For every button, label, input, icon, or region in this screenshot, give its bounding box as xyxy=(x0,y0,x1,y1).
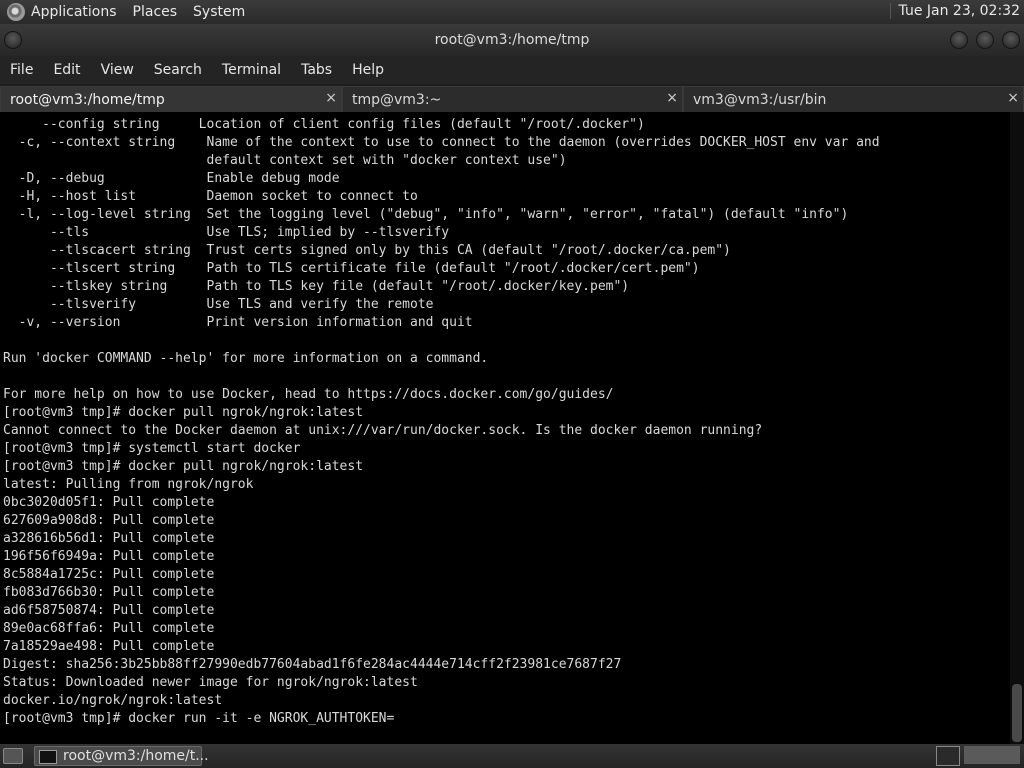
tab-bar: root@vm3:/home/tmp × tmp@vm3:~ × vm3@vm3… xyxy=(0,84,1024,112)
tab-close-icon[interactable]: × xyxy=(666,90,678,106)
tab-label: tmp@vm3:~ xyxy=(352,92,442,108)
tab-vm3-usr-bin[interactable]: vm3@vm3:/usr/bin × xyxy=(683,86,1024,112)
scrollbar-thumb[interactable] xyxy=(1012,684,1022,742)
menu-file[interactable]: File xyxy=(0,62,43,78)
tab-tmp-home[interactable]: tmp@vm3:~ × xyxy=(342,86,683,112)
window-titlebar[interactable]: root@vm3:/home/tmp xyxy=(0,24,1024,56)
top-panel: Applications Places System Tue Jan 23, 0… xyxy=(0,0,1024,24)
workspace-switcher[interactable] xyxy=(964,746,1020,764)
menu-edit[interactable]: Edit xyxy=(43,62,90,78)
menu-places[interactable]: Places xyxy=(133,4,178,20)
terminal-scrollbar[interactable] xyxy=(1010,112,1024,744)
taskbar-window-button[interactable]: root@vm3:/home/t... xyxy=(34,746,209,766)
menubar: File Edit View Search Terminal Tabs Help xyxy=(0,56,1024,84)
menu-help[interactable]: Help xyxy=(342,62,394,78)
tab-label: vm3@vm3:/usr/bin xyxy=(693,92,827,108)
tab-root-home-tmp[interactable]: root@vm3:/home/tmp × xyxy=(0,86,342,112)
clock[interactable]: Tue Jan 23, 02:32 xyxy=(889,3,1020,19)
taskbar-window-label: root@vm3:/home/t... xyxy=(63,748,209,764)
distro-logo-icon[interactable] xyxy=(7,3,25,21)
tab-label: root@vm3:/home/tmp xyxy=(10,92,165,108)
terminal-output[interactable]: --config string Location of client confi… xyxy=(0,112,1010,728)
terminal-view[interactable]: --config string Location of client confi… xyxy=(0,112,1010,744)
close-window-icon[interactable] xyxy=(1002,31,1020,49)
tab-close-icon[interactable]: × xyxy=(1007,90,1019,106)
menu-terminal[interactable]: Terminal xyxy=(212,62,291,78)
menu-system[interactable]: System xyxy=(193,4,245,20)
menu-search[interactable]: Search xyxy=(144,62,212,78)
menu-tabs[interactable]: Tabs xyxy=(291,62,342,78)
minimize-icon[interactable] xyxy=(950,31,968,49)
window-list-icon[interactable] xyxy=(936,746,960,766)
bottom-panel: root@vm3:/home/t... xyxy=(0,744,1024,768)
window-title: root@vm3:/home/tmp xyxy=(434,32,590,48)
menu-applications[interactable]: Applications xyxy=(31,4,117,20)
maximize-icon[interactable] xyxy=(976,31,994,49)
menu-view[interactable]: View xyxy=(91,62,144,78)
show-desktop-icon[interactable] xyxy=(3,748,23,764)
terminal-icon xyxy=(39,750,57,764)
tab-close-icon[interactable]: × xyxy=(325,90,337,106)
